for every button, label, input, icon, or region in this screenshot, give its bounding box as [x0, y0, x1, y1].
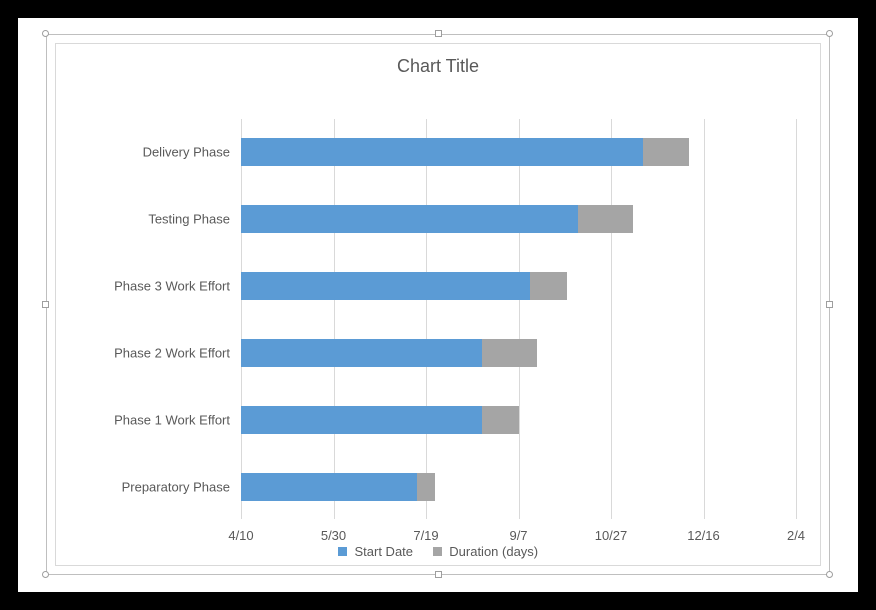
x-axis-tick-label: 5/30	[321, 528, 346, 543]
y-axis-tick-label: Phase 3 Work Effort	[114, 279, 230, 294]
y-axis-labels: Delivery Phase Testing Phase Phase 3 Wor…	[56, 119, 236, 519]
x-axis-tick-label: 12/16	[687, 528, 720, 543]
y-axis-tick-label: Phase 2 Work Effort	[114, 346, 230, 361]
bar-start-date[interactable]	[241, 138, 643, 166]
bar-start-date[interactable]	[241, 406, 482, 434]
resize-handle-e[interactable]	[826, 301, 833, 308]
page: Chart Title Delivery Phase Testing Phase…	[18, 18, 858, 592]
bar-start-date[interactable]	[241, 272, 530, 300]
bar-duration[interactable]	[578, 205, 634, 233]
chart-title[interactable]: Chart Title	[56, 56, 820, 77]
y-axis-tick-label: Preparatory Phase	[122, 480, 230, 495]
x-axis-tick-label: 10/27	[595, 528, 628, 543]
chart-object[interactable]: Chart Title Delivery Phase Testing Phase…	[55, 43, 821, 566]
bar-duration[interactable]	[482, 339, 538, 367]
resize-handle-s[interactable]	[435, 571, 442, 578]
resize-handle-nw[interactable]	[42, 30, 49, 37]
bar-start-date[interactable]	[241, 339, 482, 367]
x-axis-tick-label: 2/4	[787, 528, 805, 543]
gridline	[611, 119, 612, 519]
gridline	[519, 119, 520, 519]
resize-handle-ne[interactable]	[826, 30, 833, 37]
resize-handle-w[interactable]	[42, 301, 49, 308]
bar-duration[interactable]	[643, 138, 689, 166]
bar-duration[interactable]	[482, 406, 519, 434]
gridline	[704, 119, 705, 519]
bar-duration[interactable]	[530, 272, 567, 300]
y-axis-tick-label: Testing Phase	[148, 212, 230, 227]
bar-duration[interactable]	[417, 473, 436, 501]
resize-handle-se[interactable]	[826, 571, 833, 578]
resize-handle-n[interactable]	[435, 30, 442, 37]
y-axis-tick-label: Delivery Phase	[143, 145, 230, 160]
legend-label: Duration (days)	[449, 544, 538, 559]
legend-item-duration[interactable]: Duration (days)	[433, 543, 539, 559]
legend[interactable]: Start Date Duration (days)	[56, 543, 820, 559]
legend-swatch	[433, 547, 442, 556]
bar-start-date[interactable]	[241, 473, 417, 501]
legend-item-start-date[interactable]: Start Date	[338, 543, 413, 559]
resize-handle-sw[interactable]	[42, 571, 49, 578]
gridline	[426, 119, 427, 519]
gridline	[241, 119, 242, 519]
bar-start-date[interactable]	[241, 205, 578, 233]
x-axis-tick-label: 9/7	[509, 528, 527, 543]
gridline	[334, 119, 335, 519]
y-axis-tick-label: Phase 1 Work Effort	[114, 413, 230, 428]
x-axis-tick-label: 4/10	[228, 528, 253, 543]
plot-area[interactable]	[241, 119, 796, 519]
x-axis-tick-label: 7/19	[413, 528, 438, 543]
gridline	[796, 119, 797, 519]
legend-swatch	[338, 547, 347, 556]
legend-label: Start Date	[354, 544, 413, 559]
